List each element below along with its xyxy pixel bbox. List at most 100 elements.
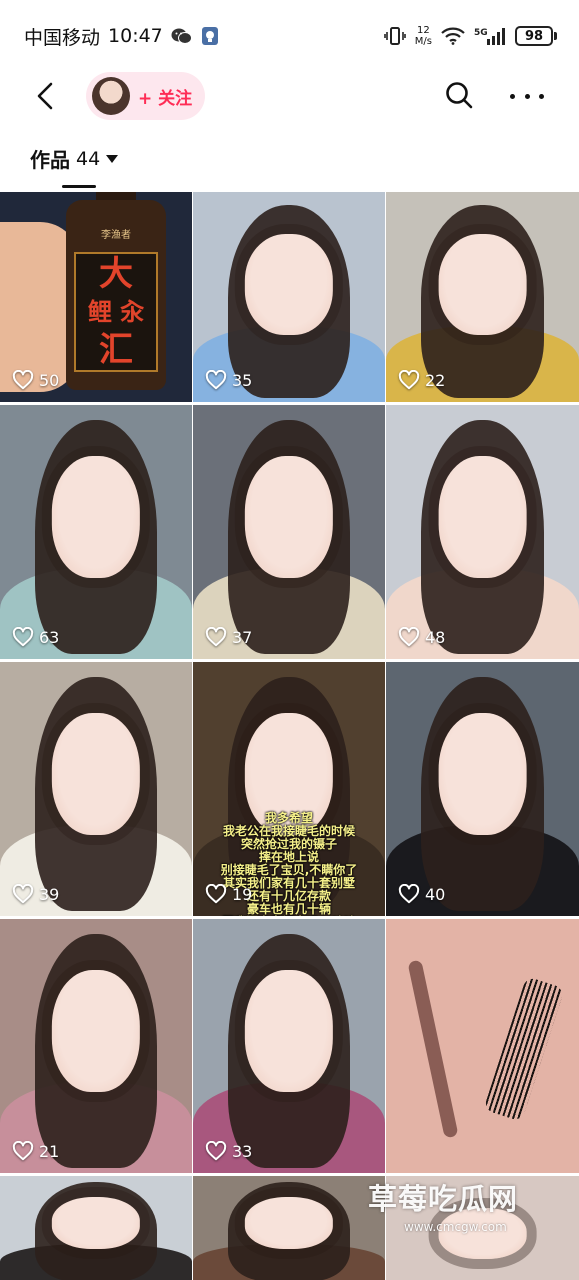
face-image [51, 1197, 141, 1249]
battery-tip [554, 32, 557, 40]
like-count: 33 [205, 1141, 252, 1161]
video-thumbnail[interactable]: 37 [193, 405, 385, 659]
cellular-signal-icon: 5G [474, 26, 506, 46]
bottle-brand: 李渔者 [101, 230, 131, 241]
video-thumbnail[interactable]: 22 [386, 192, 579, 402]
heart-icon [205, 370, 227, 390]
follow-button[interactable]: + 关注 [86, 72, 205, 120]
vibrate-icon [383, 26, 406, 46]
bottle-text-1: 大 [99, 254, 133, 294]
like-count-value: 37 [232, 627, 253, 647]
face-image [438, 234, 527, 335]
like-count-value: 63 [39, 627, 60, 647]
heart-icon [12, 884, 34, 904]
video-thumbnail[interactable]: 我多希望 我老公在我接睫毛的时候 突然抢过我的镊子 摔在地上说 别接睫毛了宝贝,不瞒你了… [193, 662, 385, 916]
like-count: 40 [398, 884, 445, 904]
bottle-label: 大鲤 汆汇 [74, 252, 158, 372]
like-count: 63 [12, 627, 59, 647]
video-thumbnail[interactable]: 李渔者大鲤 汆汇 50 [0, 192, 192, 402]
status-left: 中国移动 10:47 [24, 23, 219, 50]
face-image [244, 455, 334, 578]
face-image [244, 1197, 334, 1249]
eyelash-closeup [407, 959, 459, 1139]
like-count-value: 39 [39, 884, 60, 904]
video-grid: 李渔者大鲤 汆汇 50 35 22 63 37 48 39 我多希望 我老公在我接睫毛的时候 突然抢… [0, 192, 579, 1280]
wechat-icon [171, 27, 193, 45]
like-count-value: 33 [232, 1141, 253, 1161]
face-image [438, 712, 527, 835]
face-image [51, 455, 141, 578]
profile-header: + 关注 [0, 68, 579, 124]
video-thumbnail[interactable] [386, 1176, 579, 1280]
heart-icon [12, 1141, 34, 1161]
search-button[interactable] [444, 80, 474, 110]
heart-icon [205, 627, 227, 647]
heart-icon [398, 370, 420, 390]
network-speed-unit: M/s [414, 36, 432, 47]
like-count: 50 [12, 370, 59, 390]
like-count: 19 [205, 884, 252, 904]
video-thumbnail[interactable]: 33 [193, 919, 385, 1173]
works-count: 44 [76, 147, 101, 170]
like-count: 37 [205, 627, 252, 647]
like-count: 22 [398, 370, 445, 390]
like-count: 48 [398, 627, 445, 647]
video-thumbnail[interactable] [193, 1176, 385, 1280]
like-count-value: 35 [232, 370, 253, 390]
video-thumbnail[interactable] [386, 919, 579, 1173]
battery-indicator: 98 [515, 26, 557, 46]
face-image [244, 969, 334, 1092]
video-thumbnail[interactable]: 40 [386, 662, 579, 916]
like-count: 35 [205, 370, 252, 390]
video-thumbnail[interactable] [0, 1176, 192, 1280]
face-image [51, 969, 141, 1092]
like-count: 39 [12, 884, 59, 904]
carrier-label: 中国移动 [24, 26, 101, 49]
chevron-left-icon [37, 82, 53, 110]
heart-icon [205, 884, 227, 904]
works-tab-label: 作品 [30, 148, 70, 172]
like-count: 21 [12, 1141, 59, 1161]
like-count-value: 21 [39, 1141, 60, 1161]
bottle-text-3: 汇 [99, 330, 133, 370]
face-image [244, 234, 334, 335]
video-thumbnail[interactable]: 35 [193, 192, 385, 402]
like-count-value: 48 [425, 627, 446, 647]
video-thumbnail[interactable]: 48 [386, 405, 579, 659]
heart-icon [398, 627, 420, 647]
face-image [438, 455, 527, 578]
status-bar: 中国移动 10:47 12 M/s 5G 98 [0, 0, 579, 72]
heart-icon [12, 370, 34, 390]
heart-icon [12, 627, 34, 647]
heart-icon [398, 884, 420, 904]
app-notification-icon [201, 26, 219, 46]
more-dot-icon [524, 93, 530, 99]
video-thumbnail[interactable]: 63 [0, 405, 192, 659]
back-button[interactable] [30, 80, 62, 112]
like-count-value: 50 [39, 370, 60, 390]
follow-label: + 关注 [138, 88, 193, 109]
network-speed-value: 12 [417, 25, 430, 36]
caret-down-icon[interactable] [106, 154, 119, 163]
network-type-label: 5G [474, 28, 488, 38]
more-dot-icon [510, 93, 515, 99]
tab-underline [62, 185, 96, 188]
tab-works[interactable]: 作品 44 [30, 144, 119, 173]
bottle-text-2: 鲤 汆 [87, 298, 145, 326]
video-thumbnail[interactable]: 39 [0, 662, 192, 916]
like-count-value: 19 [232, 884, 253, 904]
more-options-button[interactable] [510, 82, 544, 110]
network-speed: 12 M/s [415, 25, 432, 47]
wifi-icon [441, 27, 465, 45]
battery-level: 98 [515, 26, 553, 46]
status-right: 12 M/s 5G 98 [383, 25, 557, 47]
like-count-value: 40 [425, 884, 446, 904]
avatar[interactable] [92, 77, 130, 115]
heart-icon [205, 1141, 227, 1161]
like-count-value: 22 [425, 370, 446, 390]
clock: 10:47 [108, 25, 163, 47]
video-thumbnail[interactable]: 21 [0, 919, 192, 1173]
face-image [438, 1208, 527, 1260]
more-dot-icon [539, 93, 544, 99]
lash-extension [483, 976, 565, 1122]
